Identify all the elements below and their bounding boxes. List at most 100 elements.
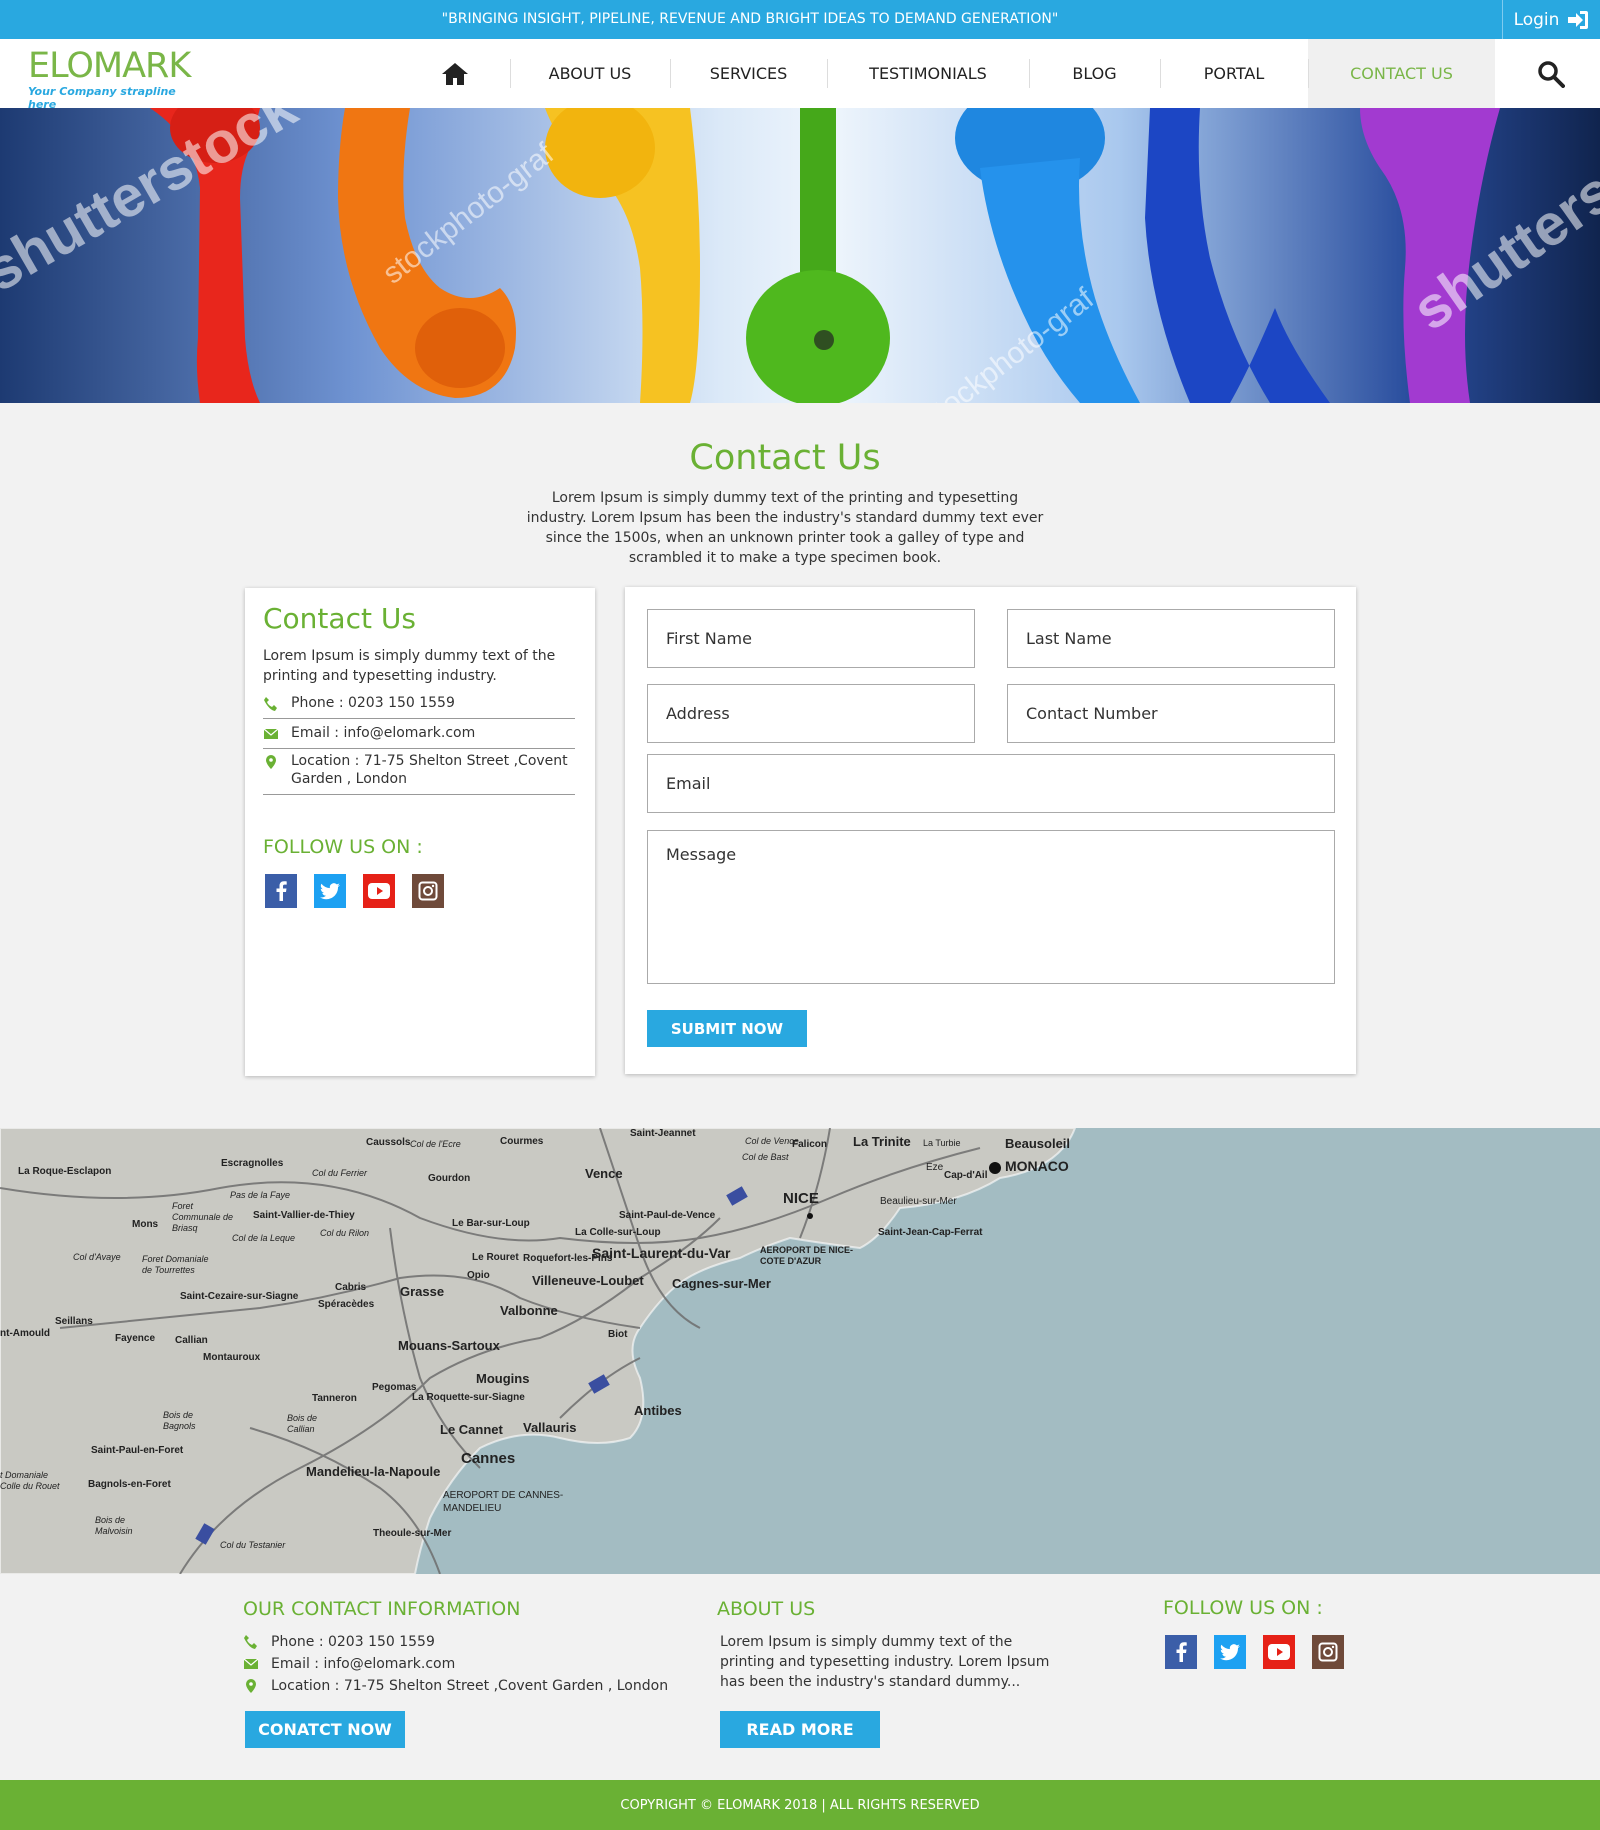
map-label: Seillans <box>55 1316 93 1327</box>
nav-about-us[interactable]: ABOUT US <box>510 39 670 108</box>
map-label: Courmes <box>500 1136 544 1147</box>
map-label: Escragnolles <box>221 1158 284 1169</box>
contact-location-row: Location : 71-75 Shelton Street ,Covent … <box>263 752 575 795</box>
map-label: Roquefort-les-Pins <box>523 1253 613 1264</box>
map-label: Le Cannet <box>440 1422 503 1437</box>
instagram-link[interactable] <box>412 874 444 908</box>
map-label: Cagnes-sur-Mer <box>672 1276 771 1291</box>
map-label: Saint-Laurent-du-Var <box>592 1245 731 1261</box>
map-label: Opio <box>467 1270 490 1281</box>
search-button[interactable] <box>1502 39 1600 108</box>
nav-contact-us[interactable]: CONTACT US <box>1308 39 1495 108</box>
facebook-icon <box>1176 1642 1187 1662</box>
login-button[interactable]: Login <box>1502 0 1600 39</box>
last-name-field[interactable] <box>1007 609 1335 668</box>
map-label: Eze <box>926 1162 944 1173</box>
map-label: Col du Testanier <box>220 1540 286 1550</box>
footer-follow-heading: FOLLOW US ON : <box>1163 1597 1323 1619</box>
map-label: Beaulieu-sur-Mer <box>880 1196 957 1207</box>
logo-wordmark: ELOMARK <box>28 46 191 86</box>
map-label: Caussols <box>366 1137 411 1148</box>
youtube-icon <box>1268 1644 1290 1660</box>
footer-social-links <box>1165 1635 1344 1669</box>
twitter-link[interactable] <box>314 874 346 908</box>
map-label: Pas de la Faye <box>230 1190 291 1200</box>
map-label: Gourdon <box>428 1173 471 1184</box>
envelope-icon <box>243 1658 259 1669</box>
map-label: NICE <box>783 1190 819 1207</box>
map-label: Col de l'Ecre <box>410 1139 461 1149</box>
map-label: AEROPORT DE CANNES-MANDELIEU <box>443 1490 564 1514</box>
map-label: t Domaniale Colle du Rouet <box>0 1470 60 1491</box>
map-label: Col de Bast <box>742 1152 789 1162</box>
contact-email: Email : info@elomark.com <box>291 725 476 741</box>
youtube-link[interactable] <box>363 874 395 908</box>
map-label: La Colle-sur-Loup <box>575 1227 661 1238</box>
map-label: Bois de Malvoisin <box>95 1515 133 1536</box>
contact-now-button[interactable]: CONATCT NOW <box>245 1711 405 1748</box>
top-bar: "BRINGING INSIGHT, PIPELINE, REVENUE AND… <box>0 0 1600 39</box>
location-map[interactable]: Beausoleil MONACO La Trinite La Turbie F… <box>0 1128 1600 1574</box>
read-more-button[interactable]: READ MORE <box>720 1711 880 1748</box>
map-label: Biot <box>608 1329 628 1340</box>
contact-number-field[interactable] <box>1007 684 1335 743</box>
map-label: Saint-Jeannet <box>630 1128 696 1139</box>
nav-services[interactable]: SERVICES <box>670 39 827 108</box>
contact-info-card: Contact Us Lorem Ipsum is simply dummy t… <box>245 588 595 1076</box>
follow-us-heading: FOLLOW US ON : <box>263 836 423 858</box>
map-label: MONACO <box>1005 1158 1069 1174</box>
logo[interactable]: ELOMARK Your Company strapline here <box>28 46 198 111</box>
email-field[interactable] <box>647 754 1335 813</box>
instagram-link[interactable] <box>1312 1635 1344 1669</box>
youtube-icon <box>368 883 390 899</box>
message-field[interactable] <box>647 830 1335 984</box>
map-label: Col du Rilon <box>320 1228 370 1238</box>
contact-location: Location : 71-75 Shelton Street ,Covent … <box>291 753 568 787</box>
envelope-icon <box>263 728 279 739</box>
nav-testimonials[interactable]: TESTIMONIALS <box>827 39 1029 108</box>
map-label: Foret Communale de Briasq <box>172 1201 234 1233</box>
map-label: Valbonne <box>500 1303 558 1318</box>
footer-email: Email : info@elomark.com <box>271 1656 456 1672</box>
map-label: Saint-Paul-de-Vence <box>619 1210 716 1221</box>
facebook-link[interactable] <box>265 874 297 908</box>
map-label: La Roquette-sur-Siagne <box>412 1392 525 1403</box>
nav-portal[interactable]: PORTAL <box>1160 39 1308 108</box>
map-label: Foret Domaniale de Tourrettes <box>142 1254 209 1275</box>
map-label: Cannes <box>461 1450 516 1467</box>
map-label: nt-Amould <box>0 1328 50 1339</box>
home-icon <box>442 62 468 85</box>
map-label: Saint-Jean-Cap-Ferrat <box>878 1227 983 1238</box>
contact-phone: Phone : 0203 150 1559 <box>291 695 455 711</box>
youtube-link[interactable] <box>1263 1635 1295 1669</box>
map-label: La Turbie <box>923 1138 961 1148</box>
map-label: Saint-Paul-en-Foret <box>91 1445 184 1456</box>
nav-blog[interactable]: BLOG <box>1029 39 1160 108</box>
tagline: "BRINGING INSIGHT, PIPELINE, REVENUE AND… <box>441 11 1059 27</box>
login-label: Login <box>1513 9 1560 30</box>
first-name-field[interactable] <box>647 609 975 668</box>
map-label: Bois de Bagnols <box>163 1410 196 1431</box>
footer-location: Location : 71-75 Shelton Street ,Covent … <box>271 1678 669 1694</box>
map-label: Cap-d'Ail <box>944 1170 988 1181</box>
contact-email-row: Email : info@elomark.com <box>263 724 575 749</box>
twitter-icon <box>320 882 340 899</box>
footer-email-row: Email : info@elomark.com <box>243 1654 455 1674</box>
map-label: La Roque-Esclapon <box>18 1166 112 1177</box>
contact-phone-row: Phone : 0203 150 1559 <box>263 694 575 719</box>
contact-form-card: SUBMIT NOW <box>625 587 1356 1074</box>
sign-in-icon <box>1568 10 1589 29</box>
facebook-link[interactable] <box>1165 1635 1197 1669</box>
map-label: Col du Ferrier <box>312 1168 368 1178</box>
map-label: Grasse <box>400 1284 445 1299</box>
instagram-icon <box>1318 1642 1338 1662</box>
map-label: Cabris <box>335 1282 367 1293</box>
twitter-link[interactable] <box>1214 1635 1246 1669</box>
instagram-icon <box>418 881 438 901</box>
map-marker-icon <box>266 755 276 769</box>
nav-home[interactable] <box>400 39 510 108</box>
main-nav: ABOUT US SERVICES TESTIMONIALS BLOG PORT… <box>400 39 1495 108</box>
map-label: Bagnols-en-Foret <box>88 1479 171 1490</box>
address-field[interactable] <box>647 684 975 743</box>
submit-button[interactable]: SUBMIT NOW <box>647 1010 807 1047</box>
